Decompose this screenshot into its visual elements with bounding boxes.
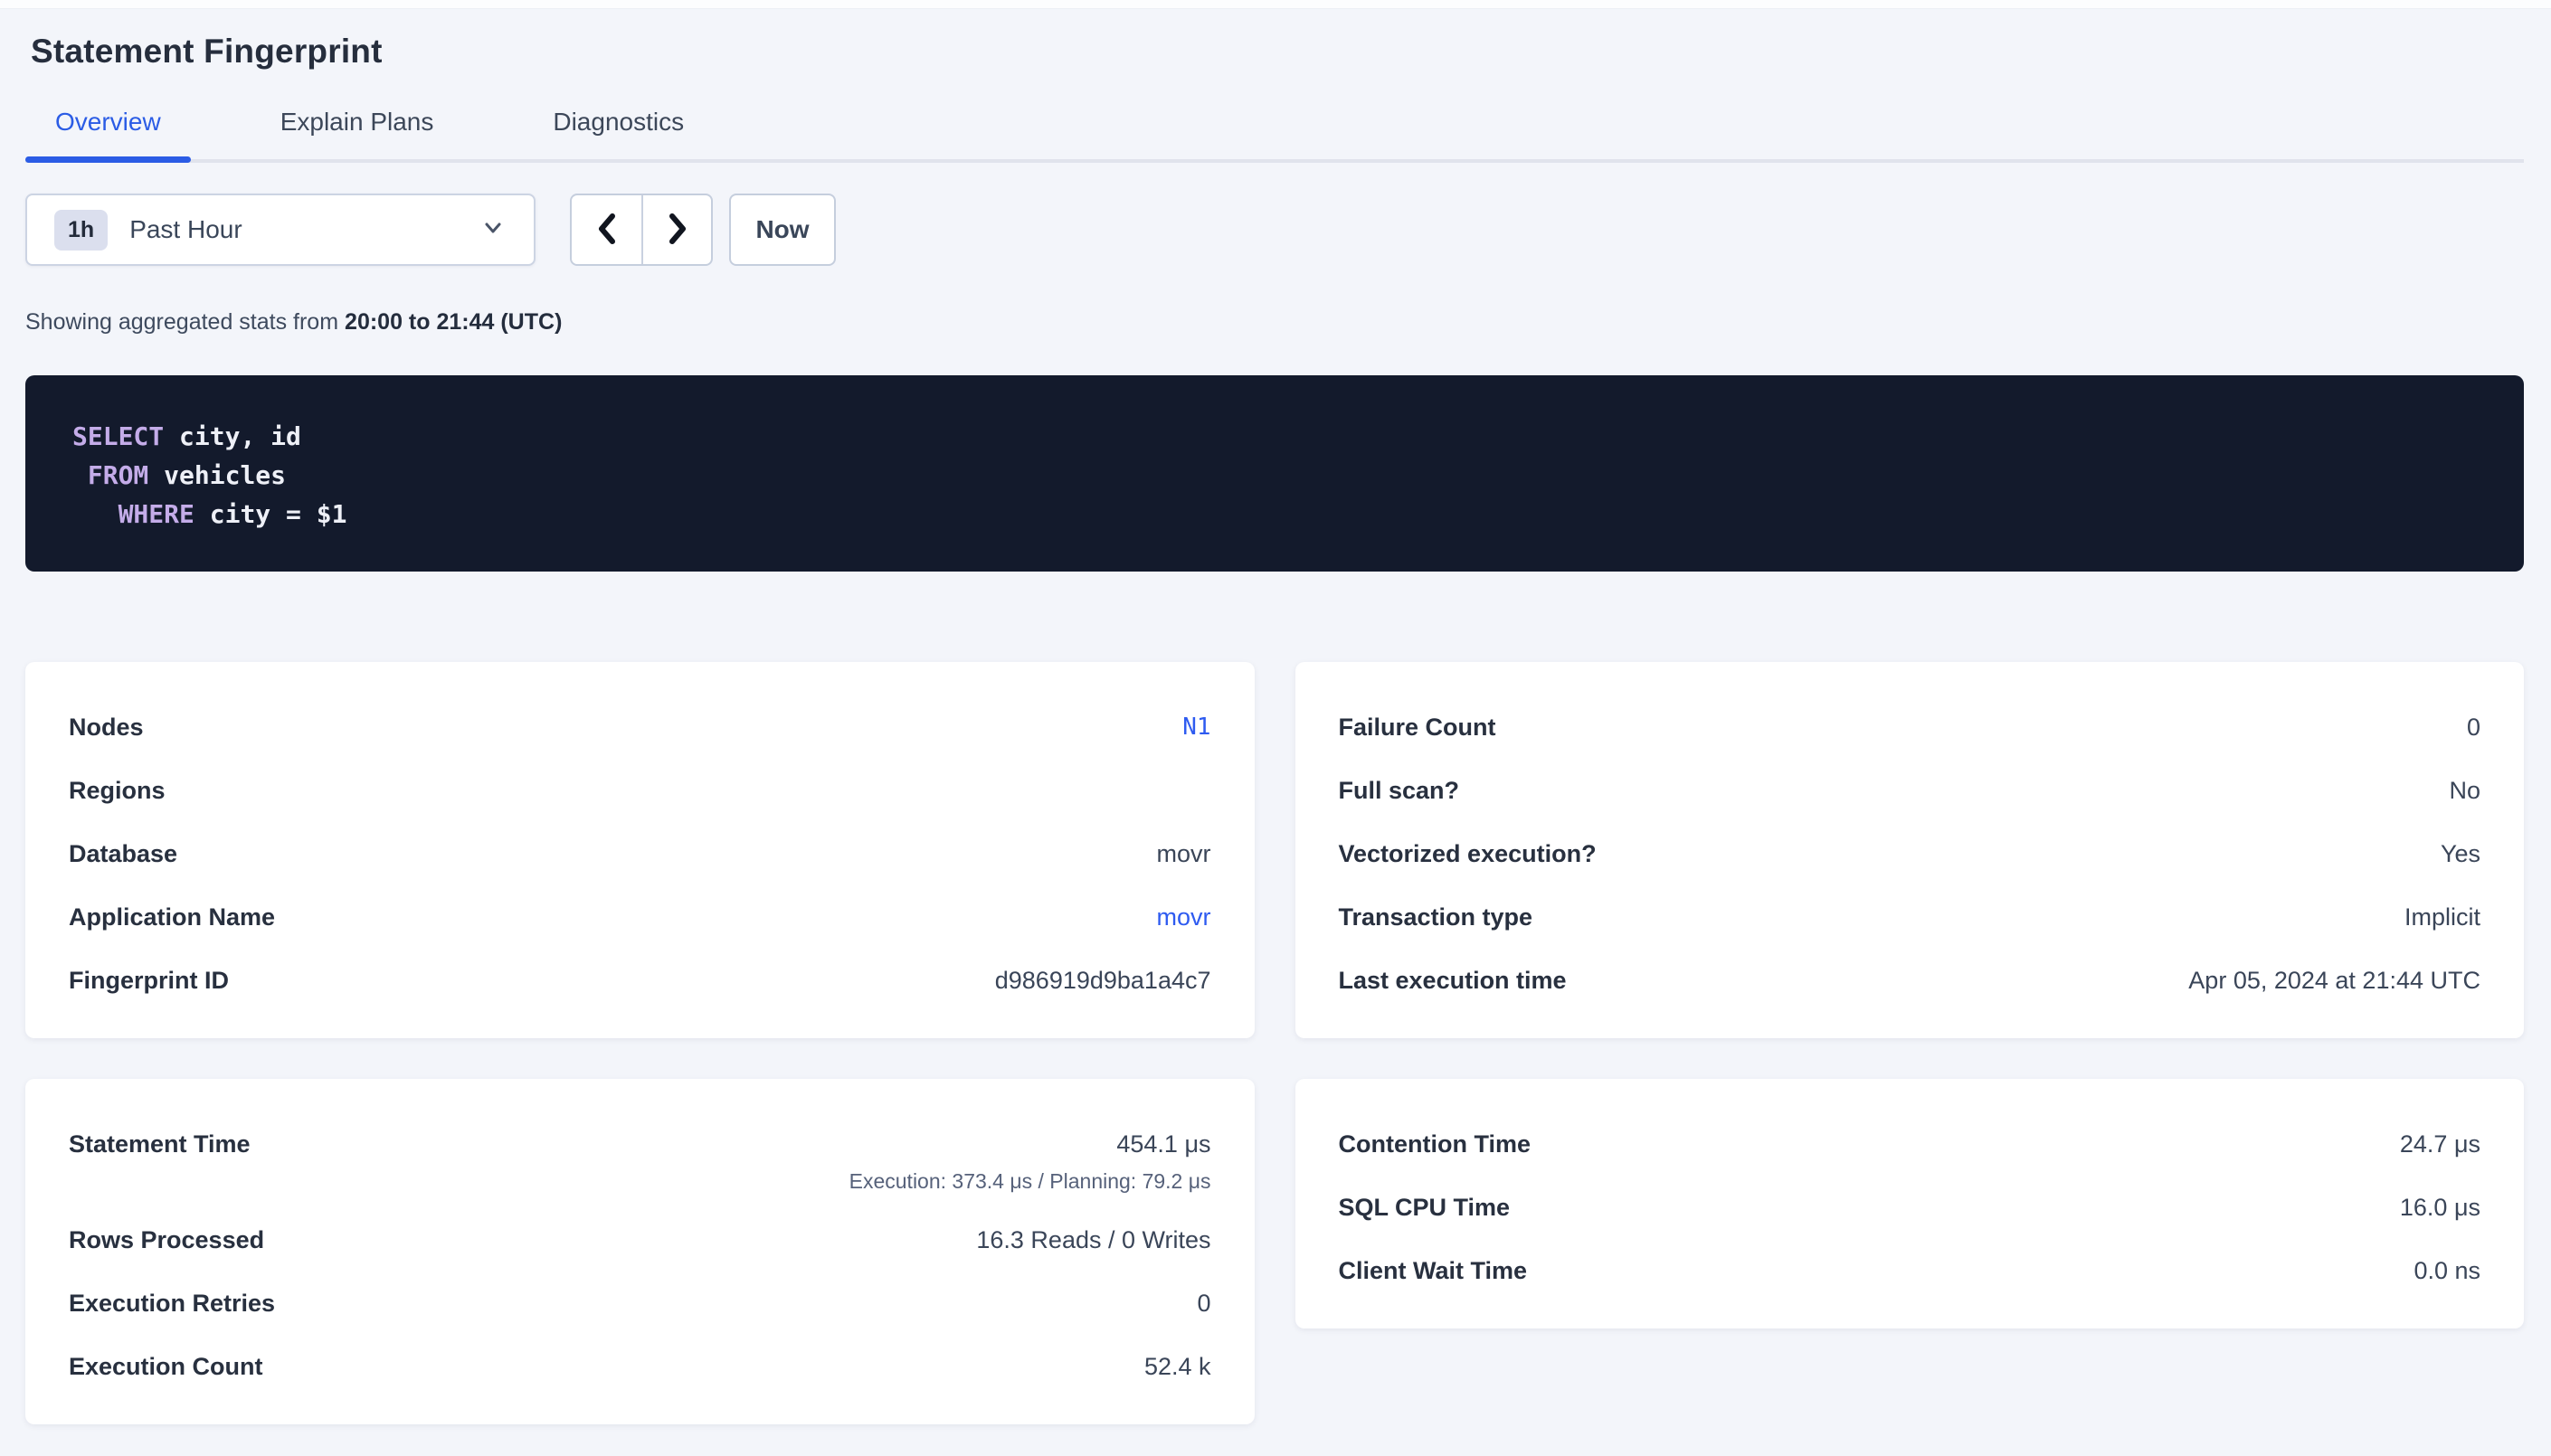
time-controls: 1h Past Hour: [25, 194, 2524, 266]
tab-overview-label: Overview: [55, 108, 161, 136]
tab-diagnostics[interactable]: Diagnostics: [523, 107, 714, 159]
sql-keyword: FROM: [88, 460, 148, 490]
statement-time-value: 454.1 μs: [849, 1130, 1211, 1158]
sql-keyword: WHERE: [119, 499, 194, 529]
detail-row-transaction-type: Transaction type Implicit: [1339, 903, 2481, 931]
application-name-link[interactable]: movr: [1157, 903, 1211, 931]
tab-explain-plans-label: Explain Plans: [280, 108, 434, 136]
vectorized-execution-value: Yes: [2441, 839, 2480, 868]
execution-retries-value: 0: [1197, 1289, 1210, 1318]
perf-row-rows-processed: Rows Processed 16.3 Reads / 0 Writes: [69, 1225, 1211, 1254]
detail-row-nodes: Nodes N1: [69, 713, 1211, 742]
contention-time-value: 24.7 μs: [2400, 1130, 2480, 1158]
aggregated-stats-summary: Showing aggregated stats from 20:00 to 21…: [25, 309, 2524, 336]
previous-time-window-button[interactable]: [572, 195, 641, 264]
perf-row-execution-retries: Execution Retries 0: [69, 1289, 1211, 1318]
statement-details-card: Nodes N1 Regions Database movr Applicati…: [25, 662, 1255, 1038]
execution-count-value: 52.4 k: [1144, 1352, 1211, 1381]
perf-row-client-wait-time: Client Wait Time 0.0 ns: [1339, 1256, 2481, 1285]
detail-row-fingerprint-id: Fingerprint ID d986919d9ba1a4c7: [69, 966, 1211, 995]
detail-row-database: Database movr: [69, 839, 1211, 868]
regions-label: Regions: [69, 776, 166, 805]
full-scan-label: Full scan?: [1339, 776, 1460, 805]
transaction-type-label: Transaction type: [1339, 903, 1533, 931]
failure-count-label: Failure Count: [1339, 713, 1496, 742]
vectorized-execution-label: Vectorized execution?: [1339, 839, 1597, 868]
next-time-window-button[interactable]: [641, 195, 711, 264]
sql-keyword: SELECT: [72, 421, 164, 451]
chevron-left-icon: [593, 209, 621, 251]
chevron-down-icon: [479, 214, 507, 246]
details-cards: Nodes N1 Regions Database movr Applicati…: [25, 662, 2524, 1038]
sql-line-2: FROM vehicles: [72, 456, 2488, 495]
time-window-nav: [570, 194, 713, 266]
now-button[interactable]: Now: [729, 194, 836, 266]
statement-time-breakdown: Execution: 373.4 μs / Planning: 79.2 μs: [849, 1168, 1211, 1195]
database-value: movr: [1157, 839, 1211, 868]
sql-line-1: SELECT city, id: [72, 417, 2488, 456]
wait-time-card: Contention Time 24.7 μs SQL CPU Time 16.…: [1295, 1079, 2525, 1328]
summary-time-range: 20:00 to 21:44 (UTC): [345, 309, 562, 335]
contention-time-label: Contention Time: [1339, 1130, 1532, 1158]
perf-row-contention-time: Contention Time 24.7 μs: [1339, 1130, 2481, 1158]
fingerprint-id-label: Fingerprint ID: [69, 966, 229, 995]
statement-performance-card: Statement Time 454.1 μs Execution: 373.4…: [25, 1079, 1255, 1424]
tab-diagnostics-label: Diagnostics: [553, 108, 684, 136]
full-scan-value: No: [2449, 776, 2480, 805]
detail-row-last-execution-time: Last execution time Apr 05, 2024 at 21:4…: [1339, 966, 2481, 995]
database-label: Database: [69, 839, 177, 868]
rows-processed-label: Rows Processed: [69, 1225, 264, 1254]
summary-prefix: Showing aggregated stats from: [25, 309, 338, 335]
fingerprint-id-value: d986919d9ba1a4c7: [995, 966, 1211, 995]
nodes-label: Nodes: [69, 713, 144, 742]
detail-row-vectorized-execution: Vectorized execution? Yes: [1339, 839, 2481, 868]
perf-row-sql-cpu-time: SQL CPU Time 16.0 μs: [1339, 1193, 2481, 1222]
detail-row-full-scan: Full scan? No: [1339, 776, 2481, 805]
execution-retries-label: Execution Retries: [69, 1289, 275, 1318]
detail-row-regions: Regions: [69, 776, 1211, 805]
detail-row-failure-count: Failure Count 0: [1339, 713, 2481, 742]
sql-line-3: WHERE city = $1: [72, 495, 2488, 534]
node-link[interactable]: N1: [1182, 713, 1210, 742]
perf-row-execution-count: Execution Count 52.4 k: [69, 1352, 1211, 1381]
last-execution-time-value: Apr 05, 2024 at 21:44 UTC: [2188, 966, 2480, 995]
top-strip: [0, 0, 2551, 9]
tab-bar: Overview Explain Plans Diagnostics: [25, 107, 2524, 163]
execution-attributes-card: Failure Count 0 Full scan? No Vectorized…: [1295, 662, 2525, 1038]
last-execution-time-label: Last execution time: [1339, 966, 1567, 995]
detail-row-application-name: Application Name movr: [69, 903, 1211, 931]
sql-cpu-time-label: SQL CPU Time: [1339, 1193, 1511, 1222]
client-wait-time-label: Client Wait Time: [1339, 1256, 1528, 1285]
transaction-type-value: Implicit: [2404, 903, 2480, 931]
sql-statement-box: SELECT city, id FROM vehicles WHERE city…: [25, 375, 2524, 572]
performance-cards: Statement Time 454.1 μs Execution: 373.4…: [25, 1079, 2524, 1424]
rows-processed-value: 16.3 Reads / 0 Writes: [976, 1225, 1210, 1254]
failure-count-value: 0: [2467, 713, 2480, 742]
sql-cpu-time-value: 16.0 μs: [2400, 1193, 2480, 1222]
application-name-label: Application Name: [69, 903, 275, 931]
time-range-label: Past Hour: [129, 215, 479, 244]
statement-time-label: Statement Time: [69, 1130, 251, 1158]
page-title: Statement Fingerprint: [31, 33, 2524, 71]
tab-explain-plans[interactable]: Explain Plans: [251, 107, 464, 159]
statement-fingerprint-page: Statement Fingerprint Overview Explain P…: [0, 33, 2551, 1424]
tab-overview[interactable]: Overview: [25, 107, 191, 159]
perf-row-statement-time: Statement Time 454.1 μs Execution: 373.4…: [69, 1130, 1211, 1195]
chevron-right-icon: [663, 209, 692, 251]
time-range-badge: 1h: [54, 210, 108, 251]
client-wait-time-value: 0.0 ns: [2413, 1256, 2480, 1285]
time-range-selector[interactable]: 1h Past Hour: [25, 194, 536, 266]
execution-count-label: Execution Count: [69, 1352, 263, 1381]
